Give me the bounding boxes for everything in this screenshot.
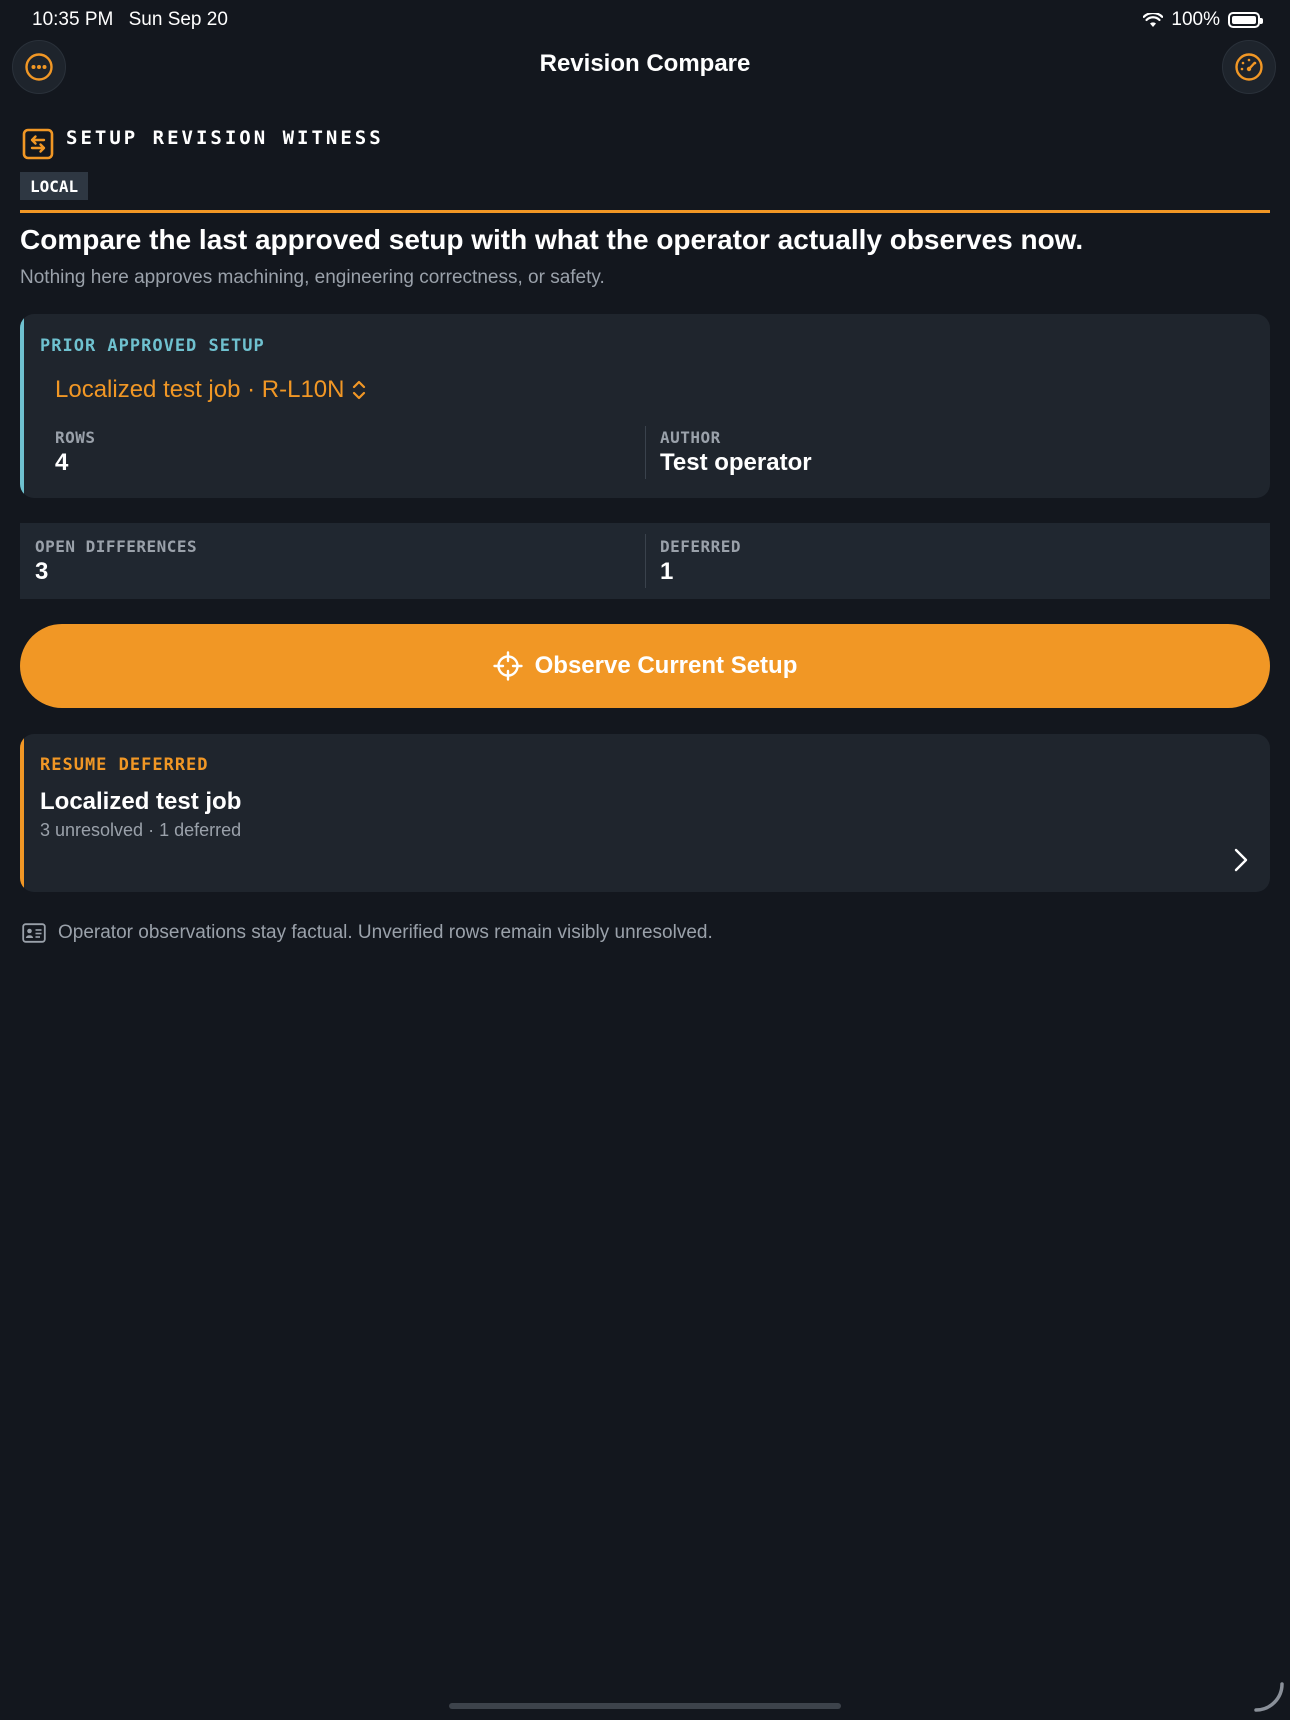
summary-strip: OPEN DIFFERENCES 3 DEFERRED 1 xyxy=(20,523,1270,599)
crosshair-icon xyxy=(492,651,523,681)
page-title: Revision Compare xyxy=(539,50,751,77)
status-time: 10:35 PM xyxy=(32,9,114,30)
prior-setup-card: PRIOR APPROVED SETUP Localized test job … xyxy=(20,314,1270,498)
resume-job-title: Localized test job xyxy=(40,788,242,815)
accent-divider xyxy=(20,210,1270,213)
status-bar-indicators: 100% xyxy=(1143,9,1263,31)
deferred-label: DEFERRED xyxy=(660,537,742,556)
resume-job-detail: 3 unresolved · 1 deferred xyxy=(40,820,242,840)
observe-current-setup-button[interactable]: Observe Current Setup xyxy=(20,624,1270,708)
section-title: SETUP REVISION WITNESS xyxy=(66,127,384,149)
wifi-icon xyxy=(1143,12,1164,27)
swap-square-icon xyxy=(22,128,54,160)
rows-value: 4 xyxy=(55,449,69,476)
author-value: Test operator xyxy=(660,449,812,476)
prior-setup-eyebrow: PRIOR APPROVED SETUP xyxy=(40,336,265,356)
intro-headline: Compare the last approved setup with wha… xyxy=(20,224,1084,255)
setup-picker-label: Localized test job · R-L10N xyxy=(55,376,345,403)
battery-percent: 100% xyxy=(1171,9,1220,30)
local-badge: LOCAL xyxy=(20,172,89,200)
open-differences-label: OPEN DIFFERENCES xyxy=(35,537,198,556)
footnote-text: Operator observations stay factual. Unve… xyxy=(58,922,713,943)
window-resize-handle-icon[interactable] xyxy=(1252,1680,1286,1714)
gauge-button[interactable] xyxy=(1222,40,1276,94)
rows-label: ROWS xyxy=(55,428,96,447)
intro-subline: Nothing here approves machining, enginee… xyxy=(20,267,605,288)
setup-picker[interactable]: Localized test job · R-L10N xyxy=(55,376,366,404)
deferred-value: 1 xyxy=(660,558,674,585)
resume-deferred-card[interactable]: RESUME DEFERRED Localized test job 3 unr… xyxy=(20,734,1270,892)
observe-current-setup-label: Observe Current Setup xyxy=(534,652,798,679)
author-label: AUTHOR xyxy=(660,428,721,447)
chevron-up-down-icon xyxy=(353,380,366,400)
id-card-icon xyxy=(22,923,46,943)
resume-deferred-eyebrow: RESUME DEFERRED xyxy=(40,755,209,775)
gauge-icon xyxy=(1235,53,1263,81)
battery-icon xyxy=(1228,12,1263,28)
status-bar-time: 10:35 PM Sun Sep 20 xyxy=(32,9,228,31)
status-date: Sun Sep 20 xyxy=(128,9,228,30)
chevron-right-icon xyxy=(1234,848,1248,872)
footnote: Operator observations stay factual. Unve… xyxy=(22,922,713,944)
open-differences-value: 3 xyxy=(35,558,49,585)
home-indicator[interactable] xyxy=(449,1703,841,1709)
